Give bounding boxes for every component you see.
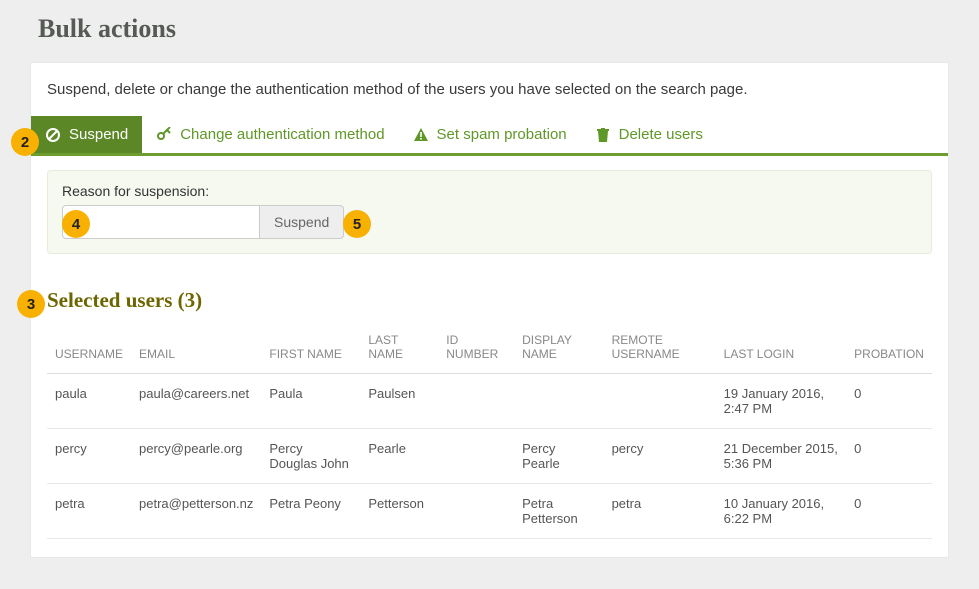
tab-label: Set spam probation <box>437 126 567 143</box>
cell-last-name: Paulsen <box>360 374 438 429</box>
tab-label: Delete users <box>619 126 703 143</box>
cell-first-name: Percy Douglas John <box>261 429 360 484</box>
tab-label: Suspend <box>69 126 128 143</box>
reason-input[interactable] <box>62 205 260 239</box>
cell-first-name: Petra Peony <box>261 484 360 539</box>
cell-remote-username <box>604 374 716 429</box>
cell-first-name: Paula <box>261 374 360 429</box>
page-title: Bulk actions <box>0 0 979 62</box>
key-icon <box>156 127 172 143</box>
cell-last-name: Pearle <box>360 429 438 484</box>
cell-id-number <box>438 374 514 429</box>
users-table: USERNAME EMAIL FIRST NAME LAST NAME ID N… <box>47 325 932 539</box>
table-row: percy percy@pearle.org Percy Douglas Joh… <box>47 429 932 484</box>
col-email: EMAIL <box>131 325 261 374</box>
tab-suspend[interactable]: Suspend <box>31 116 142 153</box>
warning-icon <box>413 127 429 143</box>
table-row: petra petra@petterson.nz Petra Peony Pet… <box>47 484 932 539</box>
table-row: paula paula@careers.net Paula Paulsen 19… <box>47 374 932 429</box>
cell-email: percy@pearle.org <box>131 429 261 484</box>
col-last-login: LAST LOGIN <box>716 325 847 374</box>
col-display-name: DISPLAY NAME <box>514 325 603 374</box>
cell-probation: 0 <box>846 374 932 429</box>
tab-change-auth[interactable]: Change authentication method <box>142 116 398 153</box>
tab-spam-probation[interactable]: Set spam probation <box>399 116 581 153</box>
table-header-row: USERNAME EMAIL FIRST NAME LAST NAME ID N… <box>47 325 932 374</box>
cell-display-name: Petra Petterson <box>514 484 603 539</box>
ban-icon <box>45 127 61 143</box>
col-first-name: FIRST NAME <box>261 325 360 374</box>
cell-username: petra <box>47 484 131 539</box>
cell-probation: 0 <box>846 429 932 484</box>
reason-label: Reason for suspension: <box>62 183 917 199</box>
cell-id-number <box>438 484 514 539</box>
tabs: Suspend Change authentication method Set… <box>31 116 948 156</box>
cell-display-name <box>514 374 603 429</box>
cell-id-number <box>438 429 514 484</box>
cell-username: paula <box>47 374 131 429</box>
col-last-name: LAST NAME <box>360 325 438 374</box>
selected-users-heading: Selected users (3) <box>31 274 948 325</box>
col-username: USERNAME <box>47 325 131 374</box>
cell-probation: 0 <box>846 484 932 539</box>
col-probation: PROBATION <box>846 325 932 374</box>
col-remote-username: REMOTE USERNAME <box>604 325 716 374</box>
col-id-number: ID NUMBER <box>438 325 514 374</box>
cell-email: paula@careers.net <box>131 374 261 429</box>
trash-icon <box>595 127 611 143</box>
tab-delete-users[interactable]: Delete users <box>581 116 717 153</box>
cell-display-name: Percy Pearle <box>514 429 603 484</box>
tab-label: Change authentication method <box>180 126 384 143</box>
main-panel: Suspend, delete or change the authentica… <box>30 62 949 558</box>
suspend-button[interactable]: Suspend <box>260 205 344 239</box>
cell-last-login: 19 January 2016, 2:47 PM <box>716 374 847 429</box>
suspend-panel: Reason for suspension: Suspend <box>47 170 932 254</box>
cell-last-name: Petterson <box>360 484 438 539</box>
cell-email: petra@petterson.nz <box>131 484 261 539</box>
intro-text: Suspend, delete or change the authentica… <box>31 63 948 116</box>
cell-username: percy <box>47 429 131 484</box>
cell-last-login: 21 December 2015, 5:36 PM <box>716 429 847 484</box>
cell-last-login: 10 January 2016, 6:22 PM <box>716 484 847 539</box>
cell-remote-username: percy <box>604 429 716 484</box>
input-row: Suspend <box>62 205 917 239</box>
cell-remote-username: petra <box>604 484 716 539</box>
